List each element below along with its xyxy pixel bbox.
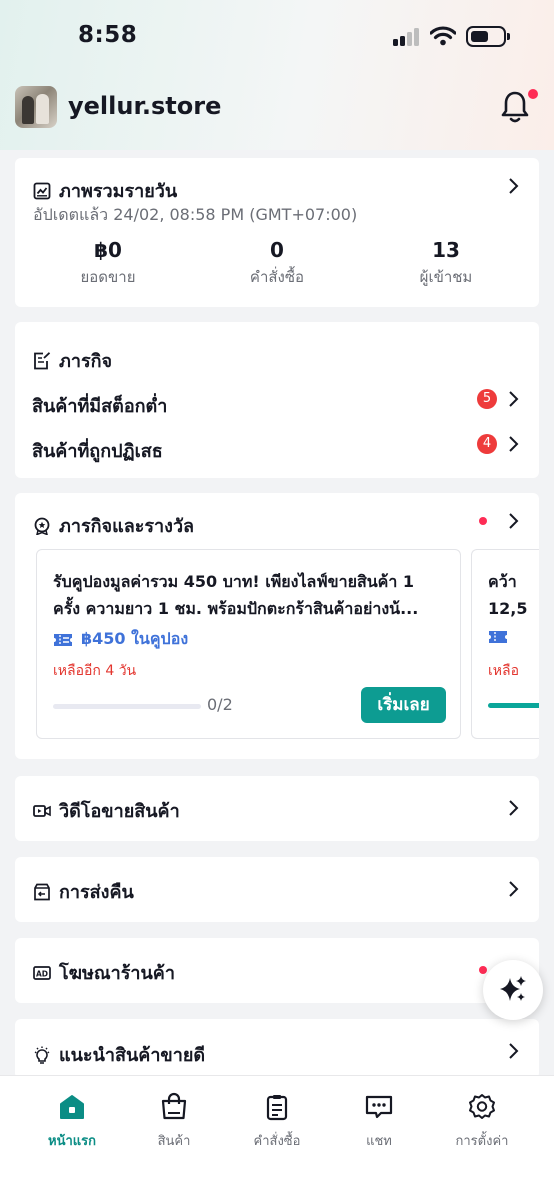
missions-new-dot <box>479 517 487 525</box>
low-stock-badge: 5 <box>477 389 497 409</box>
chevron-right-icon[interactable] <box>507 435 519 453</box>
ad-icon: AD <box>33 965 51 980</box>
menu-shop-ads[interactable]: AD โฆษณาร้านค้า <box>15 938 539 1003</box>
rejected-badge: 4 <box>477 434 497 454</box>
mission-time-remaining: เหลืออีก 4 วัน <box>53 663 137 679</box>
stat-orders: 0 คำสั่งซื้อ <box>249 238 305 286</box>
mission-card-next[interactable]: คว้า 12,5 เหลือ <box>471 549 539 739</box>
chevron-right-icon[interactable] <box>507 1042 519 1060</box>
wifi-icon <box>430 26 456 46</box>
status-time: 8:58 <box>78 22 138 48</box>
chevron-right-icon[interactable] <box>507 390 519 408</box>
tasks-card: ภารกิจ สินค้าที่มีสต็อกต่ำ 5 สินค้าที่ถู… <box>15 322 539 478</box>
bottom-tab-bar: หน้าแรก สินค้า คำสั่งซื้อ แชท การตั้งค่า <box>0 1075 554 1200</box>
mission-reward: ฿450 ในคูปอง <box>53 627 188 652</box>
chevron-right-icon[interactable] <box>507 177 519 195</box>
chevron-right-icon[interactable] <box>507 512 519 530</box>
menu-recommend-bestsellers[interactable]: แนะนำสินค้าขายดี <box>15 1019 539 1079</box>
overview-title: ภาพรวมรายวัน <box>33 176 177 205</box>
notification-dot <box>528 89 538 99</box>
mission-card[interactable]: รับคูปองมูลค่ารวม 450 บาท! เพียงไลฟ์ขายส… <box>36 549 461 739</box>
status-bar: 8:58 <box>0 0 554 76</box>
mission-progress-bar <box>53 704 201 709</box>
mission-description: รับคูปองมูลค่ารวม 450 บาท! เพียงไลฟ์ขายส… <box>53 572 419 618</box>
bag-icon <box>161 1092 187 1120</box>
task-list-icon <box>34 351 51 369</box>
ticket-icon <box>489 631 507 643</box>
chat-icon <box>365 1095 393 1119</box>
chart-icon <box>33 182 51 199</box>
daily-overview-card[interactable]: ภาพรวมรายวัน อัปเดตแล้ว 24/02, 08:58 PM … <box>15 158 539 307</box>
sparkle-icon <box>500 976 526 1001</box>
task-low-stock[interactable]: สินค้าที่มีสต็อกต่ำ <box>32 391 167 420</box>
tab-settings[interactable]: การตั้งค่า <box>432 1092 532 1151</box>
store-name: yellur.store <box>68 92 222 120</box>
stat-sales: ฿0 ยอดขาย <box>80 238 136 286</box>
return-box-icon <box>34 883 50 900</box>
clipboard-icon <box>266 1095 288 1121</box>
store-avatar[interactable] <box>15 86 57 128</box>
missions-title: ภารกิจและรางวัล <box>33 511 194 540</box>
gear-icon <box>469 1094 495 1119</box>
ai-assistant-button[interactable] <box>483 960 543 1020</box>
task-rejected-products[interactable]: สินค้าที่ถูกปฏิเสธ <box>32 436 163 465</box>
tab-products[interactable]: สินค้า <box>124 1092 224 1151</box>
video-icon <box>33 804 51 817</box>
home-icon <box>60 1095 84 1119</box>
mission-time-remaining: เหลือ <box>488 663 520 679</box>
battery-icon <box>466 26 510 47</box>
tab-chat[interactable]: แชท <box>329 1092 429 1151</box>
missions-rewards-card: ภารกิจและรางวัล รับคูปองมูลค่ารวม 450 บา… <box>15 493 539 759</box>
ads-new-dot <box>479 966 487 974</box>
mission-progress-bar <box>488 703 539 708</box>
svg-text:AD: AD <box>36 969 48 978</box>
menu-video-selling[interactable]: วิดีโอขายสินค้า <box>15 776 539 841</box>
chevron-right-icon[interactable] <box>507 799 519 817</box>
lightbulb-icon <box>34 1046 50 1064</box>
mission-description: คว้า 12,5 <box>488 572 528 618</box>
tab-home[interactable]: หน้าแรก <box>22 1092 122 1151</box>
award-icon <box>34 517 50 535</box>
ticket-icon <box>54 633 72 646</box>
overview-updated-time: อัปเดตแล้ว 24/02, 08:58 PM (GMT+07:00) <box>33 205 358 224</box>
tasks-title: ภารกิจ <box>33 346 112 375</box>
signal-icon <box>393 28 423 46</box>
store-header: yellur.store <box>0 84 554 130</box>
menu-returns[interactable]: การส่งคืน <box>15 857 539 922</box>
chevron-right-icon[interactable] <box>507 880 519 898</box>
notification-bell-icon[interactable] <box>500 90 530 124</box>
start-mission-button[interactable]: เริ่มเลย <box>361 687 446 723</box>
tab-orders[interactable]: คำสั่งซื้อ <box>227 1092 327 1151</box>
mission-progress-text: 0/2 <box>207 695 233 714</box>
stat-visitors: 13 ผู้เข้าชม <box>419 238 473 286</box>
